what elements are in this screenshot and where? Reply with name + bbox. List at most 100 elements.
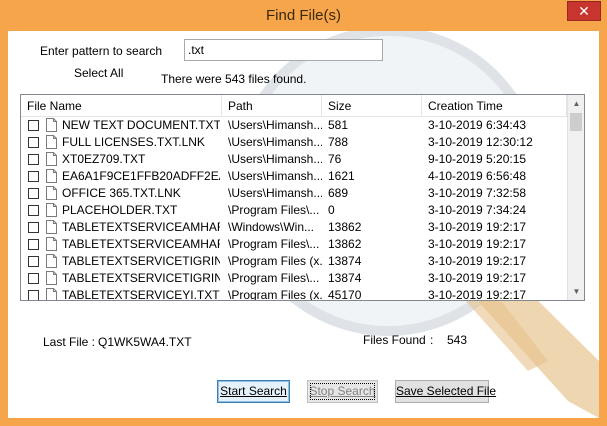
last-file-value: Q1WK5WA4.TXT bbox=[98, 335, 192, 349]
files-found-separator: : bbox=[430, 333, 434, 347]
cell-file-name: TABLETEXTSERVICEAMHAR... bbox=[62, 220, 220, 234]
row-checkbox[interactable] bbox=[28, 205, 39, 216]
table-row[interactable]: TABLETEXTSERVICEAMHAR... \Windows\Win... 1… bbox=[21, 219, 567, 236]
text-file-icon bbox=[46, 152, 57, 166]
list-rows: NEW TEXT DOCUMENT.TXT... \Users\Himansh..… bbox=[21, 117, 567, 301]
cell-file-name: PLACEHOLDER.TXT bbox=[62, 203, 178, 217]
dialog-body: Enter pattern to search Select All There… bbox=[8, 31, 599, 418]
table-row[interactable]: PLACEHOLDER.TXT \Program Files\... 0 3-10-2… bbox=[21, 202, 567, 219]
cell-path: \Program Files (x... bbox=[228, 254, 322, 268]
row-checkbox[interactable] bbox=[28, 222, 39, 233]
cell-file-name: TABLETEXTSERVICEYI.TXT bbox=[62, 288, 220, 301]
table-row[interactable]: XT0EZ709.TXT \Users\Himansh... 76 9-10-2019… bbox=[21, 151, 567, 168]
cell-size: 1621 bbox=[328, 169, 355, 183]
stop-search-button[interactable]: Stop Search bbox=[307, 380, 378, 403]
select-all-link[interactable]: Select All bbox=[74, 66, 123, 80]
cell-size: 689 bbox=[328, 186, 349, 200]
text-file-icon bbox=[46, 203, 57, 217]
cell-file-name: EA6A1F9CE1FFB20ADFF2EA... bbox=[62, 169, 220, 183]
files-found-label: Files Found bbox=[363, 333, 426, 347]
file-list[interactable]: File Name Path Size Creation Time NEW TE… bbox=[20, 94, 585, 301]
cell-size: 45170 bbox=[328, 288, 362, 301]
row-checkbox[interactable] bbox=[28, 171, 39, 182]
cell-creation-time: 3-10-2019 6:34:43 bbox=[428, 118, 527, 132]
text-file-icon bbox=[46, 237, 57, 251]
cell-size: 76 bbox=[328, 152, 342, 166]
text-file-icon bbox=[46, 254, 57, 268]
text-file-icon bbox=[46, 220, 57, 234]
cell-path: \Users\Himansh... bbox=[228, 186, 322, 200]
pattern-label: Enter pattern to search bbox=[40, 44, 163, 58]
text-file-icon bbox=[46, 186, 57, 200]
text-file-icon bbox=[46, 271, 57, 285]
cell-file-name: XT0EZ709.TXT bbox=[62, 152, 146, 166]
last-file-label: Last File : bbox=[43, 335, 96, 349]
cell-size: 581 bbox=[328, 118, 349, 132]
row-checkbox[interactable] bbox=[28, 120, 39, 131]
cell-file-name: NEW TEXT DOCUMENT.TXT... bbox=[62, 118, 220, 132]
row-checkbox[interactable] bbox=[28, 188, 39, 199]
save-selected-file-button[interactable]: Save Selected File bbox=[395, 380, 496, 403]
column-header-creation-time[interactable]: Creation Time bbox=[422, 95, 567, 117]
cell-path: \Users\Himansh... bbox=[228, 152, 322, 166]
row-checkbox[interactable] bbox=[28, 290, 39, 300]
search-status-text: There were 543 files found. bbox=[161, 72, 307, 86]
cell-creation-time: 3-10-2019 19:2:17 bbox=[428, 220, 527, 234]
column-header-file-name[interactable]: File Name bbox=[21, 95, 222, 117]
table-row[interactable]: FULL LICENSES.TXT.LNK \Users\Himansh... 78… bbox=[21, 134, 567, 151]
cell-creation-time: 3-10-2019 19:2:17 bbox=[428, 237, 527, 251]
cell-path: \Program Files (x... bbox=[228, 288, 322, 301]
scroll-down-icon[interactable]: ▼ bbox=[568, 283, 584, 300]
cell-path: \Program Files\... bbox=[228, 203, 320, 217]
cell-file-name: TABLETEXTSERVICETIGRIN... bbox=[62, 271, 220, 285]
cell-path: \Users\Himansh... bbox=[228, 169, 322, 183]
text-file-icon bbox=[46, 118, 57, 132]
start-search-button[interactable]: Start Search bbox=[217, 380, 290, 403]
cell-path: \Users\Himansh... bbox=[228, 118, 322, 132]
table-row[interactable]: NEW TEXT DOCUMENT.TXT... \Users\Himansh..… bbox=[21, 117, 567, 134]
row-checkbox[interactable] bbox=[28, 137, 39, 148]
cell-size: 788 bbox=[328, 135, 349, 149]
table-row[interactable]: TABLETEXTSERVICETIGRIN... \Program Files … bbox=[21, 253, 567, 270]
title-bar[interactable]: Find File(s) ✕ bbox=[0, 0, 607, 31]
row-checkbox[interactable] bbox=[28, 256, 39, 267]
cell-size: 13874 bbox=[328, 254, 362, 268]
cell-path: \Program Files\... bbox=[228, 271, 320, 285]
files-found-value: 543 bbox=[447, 333, 468, 347]
row-checkbox[interactable] bbox=[28, 239, 39, 250]
cell-creation-time: 3-10-2019 19:2:17 bbox=[428, 271, 527, 285]
pattern-input[interactable] bbox=[184, 39, 383, 61]
window-title: Find File(s) bbox=[265, 7, 341, 24]
table-row[interactable]: TABLETEXTSERVICETIGRIN... \Program Files\… bbox=[21, 270, 567, 287]
row-checkbox[interactable] bbox=[28, 154, 39, 165]
cell-creation-time: 3-10-2019 12:30:12 bbox=[428, 135, 533, 149]
row-checkbox[interactable] bbox=[28, 273, 39, 284]
cell-creation-time: 3-10-2019 7:34:24 bbox=[428, 203, 527, 217]
cell-path: \Program Files\... bbox=[228, 237, 320, 251]
cell-file-name: OFFICE 365.TXT.LNK bbox=[62, 186, 181, 200]
table-row[interactable]: EA6A1F9CE1FFB20ADFF2EA... \Users\Himansh.… bbox=[21, 168, 567, 185]
cell-creation-time: 4-10-2019 6:56:48 bbox=[428, 169, 527, 183]
cell-file-name: TABLETEXTSERVICEAMHAR... bbox=[62, 237, 220, 251]
scroll-thumb[interactable] bbox=[570, 113, 582, 131]
close-button[interactable]: ✕ bbox=[567, 1, 601, 21]
column-header-path[interactable]: Path bbox=[222, 95, 322, 117]
table-row[interactable]: OFFICE 365.TXT.LNK \Users\Himansh... 689 3-… bbox=[21, 185, 567, 202]
text-file-icon bbox=[46, 169, 57, 183]
table-row[interactable]: TABLETEXTSERVICEYI.TXT \Program Files (x.… bbox=[21, 287, 567, 301]
close-icon: ✕ bbox=[578, 3, 590, 19]
table-row[interactable]: TABLETEXTSERVICEAMHAR... \Program Files\.… bbox=[21, 236, 567, 253]
cell-creation-time: 3-10-2019 7:32:58 bbox=[428, 186, 527, 200]
cell-creation-time: 3-10-2019 19:2:17 bbox=[428, 288, 527, 301]
cell-size: 13874 bbox=[328, 271, 362, 285]
cell-size: 13862 bbox=[328, 220, 362, 234]
cell-file-name: FULL LICENSES.TXT.LNK bbox=[62, 135, 205, 149]
cell-path: \Users\Himansh... bbox=[228, 135, 322, 149]
text-file-icon bbox=[46, 135, 57, 149]
cell-path: \Windows\Win... bbox=[228, 220, 315, 234]
cell-size: 0 bbox=[328, 203, 335, 217]
text-file-icon bbox=[46, 288, 57, 300]
scroll-up-icon[interactable]: ▲ bbox=[568, 95, 584, 112]
column-header-size[interactable]: Size bbox=[322, 95, 422, 117]
vertical-scrollbar[interactable]: ▲ ▼ bbox=[567, 95, 584, 300]
